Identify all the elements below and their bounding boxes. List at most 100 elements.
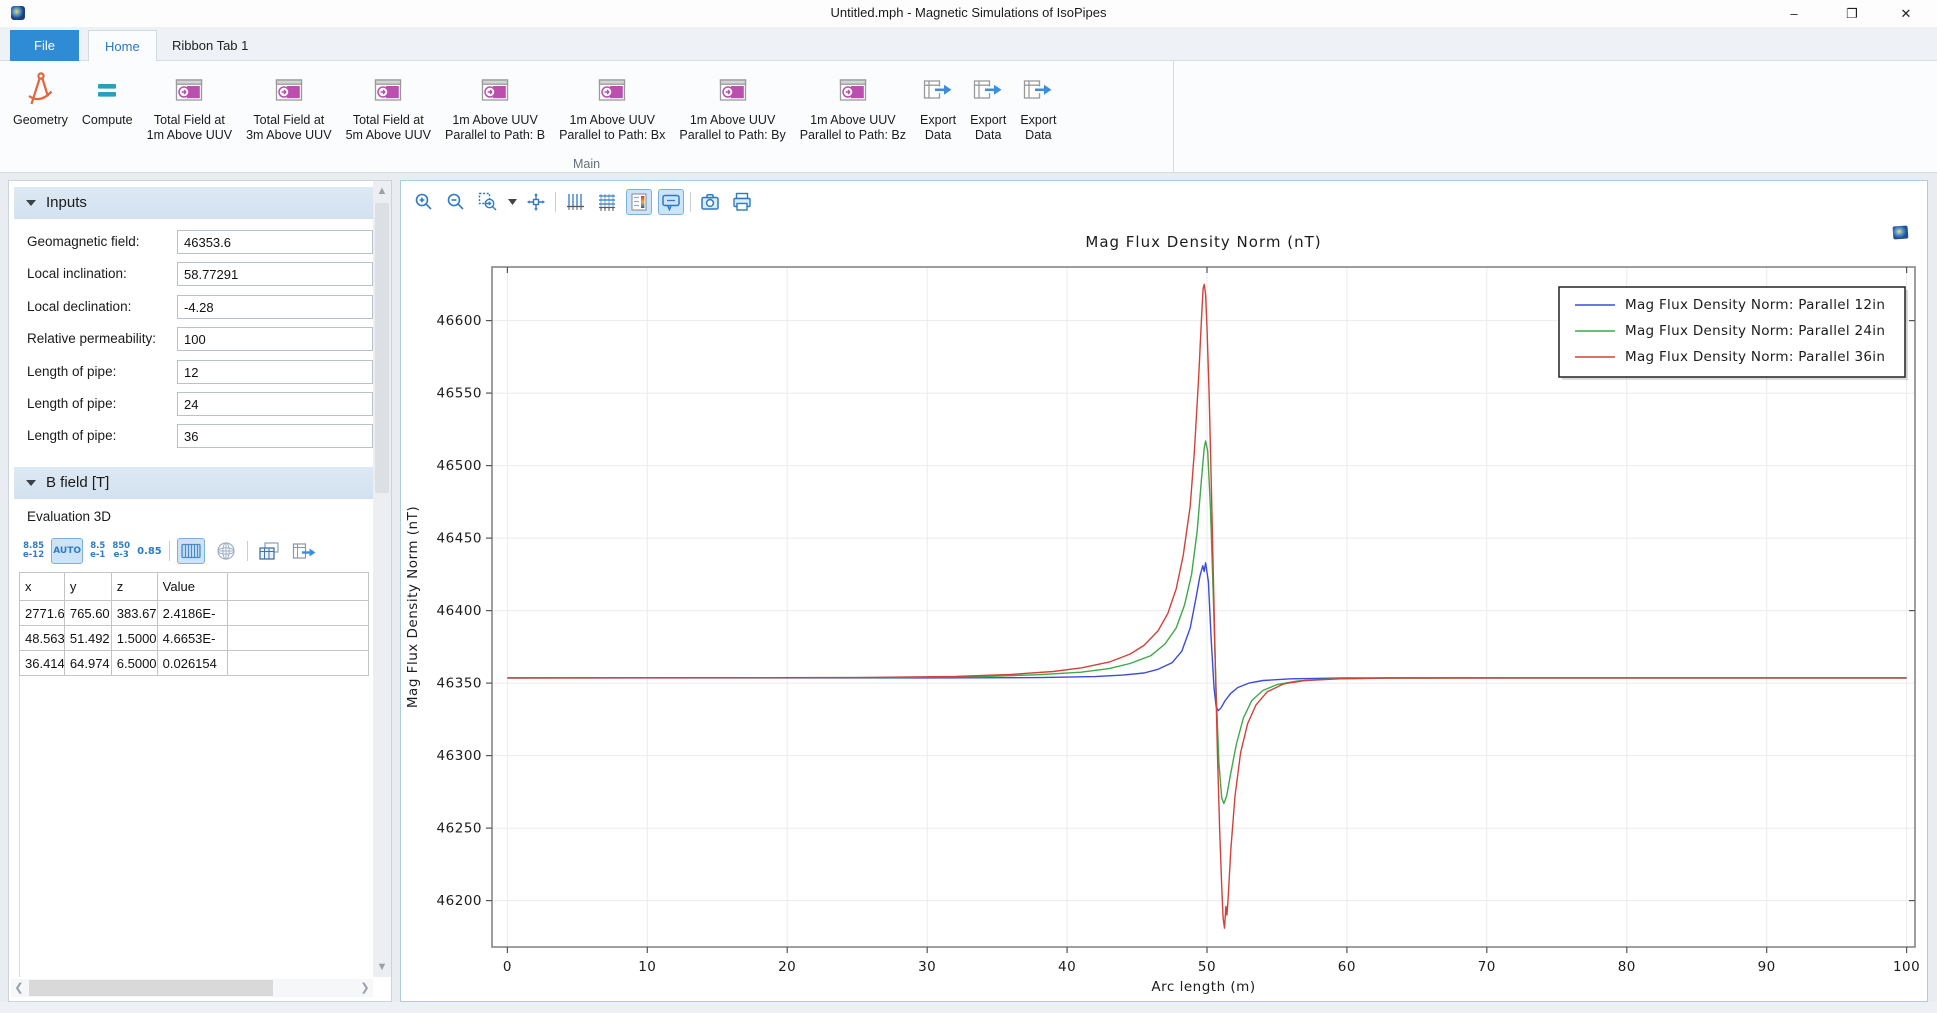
scientific-format-button[interactable]: 8.85e-12	[23, 542, 44, 560]
table-cell: 2.4186E-8	[158, 601, 229, 626]
close-button[interactable]: ✕	[1883, 0, 1929, 27]
svg-text:90: 90	[1758, 959, 1776, 975]
compute-button[interactable]: Compute	[75, 65, 140, 130]
vertical-scrollbar-thumb[interactable]	[375, 203, 389, 493]
svg-text:46550: 46550	[437, 386, 482, 402]
table-cell: 51.492	[65, 626, 112, 651]
chart-svg: 0102030405060708090100462004625046300463…	[401, 221, 1927, 999]
export-table-icon[interactable]	[290, 538, 318, 564]
x-axis-settings-icon[interactable]	[562, 189, 588, 215]
zoom-out-icon[interactable]	[443, 189, 469, 215]
geometry-button[interactable]: Geometry	[6, 65, 75, 130]
table-row[interactable]: 36.41464.9746.50000.026154	[20, 651, 369, 676]
field-input[interactable]	[177, 295, 373, 319]
export-data-button-3[interactable]: ExportData	[1013, 65, 1063, 145]
scroll-right-icon[interactable]: ❯	[357, 979, 373, 997]
copy-table-icon[interactable]	[255, 538, 283, 564]
ribbon-body: GeometryComputeTotal Field at1m Above UU…	[0, 61, 1937, 173]
ribbon-button-label: Total Field at5m Above UUV	[346, 113, 431, 143]
parallel-path-b-button[interactable]: 1m Above UUVParallel to Path: B	[438, 65, 552, 145]
dropdown-caret-icon[interactable]	[507, 199, 517, 205]
graphics-panel: 0102030405060708090100462004625046300463…	[400, 180, 1928, 1002]
decimal-format-button[interactable]: 0.85	[137, 547, 162, 556]
snapshot-icon[interactable]	[697, 189, 723, 215]
field-row: Length of pipe:	[9, 392, 379, 416]
ribbon-button-label: Total Field at3m Above UUV	[246, 113, 331, 143]
tab-home[interactable]: Home	[88, 30, 157, 62]
table-cell: 4.6653E-5	[158, 626, 229, 651]
sphere-view-icon[interactable]	[212, 538, 240, 564]
zoom-in-icon[interactable]	[411, 189, 437, 215]
export-data-icon	[922, 67, 954, 113]
grid-icon[interactable]	[594, 189, 620, 215]
svg-text:0: 0	[503, 959, 512, 975]
parallel-path-bx-button[interactable]: 1m Above UUVParallel to Path: Bx	[552, 65, 672, 145]
total-field-5m-button[interactable]: Total Field at5m Above UUV	[339, 65, 438, 145]
field-input[interactable]	[177, 327, 373, 351]
vertical-scrollbar[interactable]: ▲ ▼	[373, 181, 391, 977]
chart-area[interactable]: 0102030405060708090100462004625046300463…	[401, 221, 1927, 999]
horizontal-scrollbar[interactable]: ❮ ❯	[11, 979, 373, 997]
ribbon-button-label: 1m Above UUVParallel to Path: Bx	[559, 113, 665, 143]
svg-text:20: 20	[778, 959, 796, 975]
field-input[interactable]	[177, 424, 373, 448]
table-row[interactable]: 48.56351.4921.50004.6653E-5	[20, 626, 369, 651]
plot-group-icon	[597, 67, 627, 113]
compute-icon	[91, 67, 123, 113]
svg-text:46250: 46250	[437, 821, 482, 837]
tab-file[interactable]: File	[10, 30, 79, 61]
evaluation-results-table: xyzValue2771.6765.60383.672.4186E-848.56…	[19, 572, 369, 676]
table-cell	[228, 626, 369, 651]
zoom-box-icon[interactable]	[475, 189, 501, 215]
svg-text:80: 80	[1618, 959, 1636, 975]
table-cell	[228, 601, 369, 626]
table-cell: 48.563	[20, 626, 65, 651]
bfield-section-header[interactable]: B field [T]	[14, 467, 374, 499]
field-row: Local declination:	[9, 295, 379, 319]
export-data-button-1[interactable]: ExportData	[913, 65, 963, 145]
toolbar-separator	[690, 192, 691, 212]
parallel-path-bz-button[interactable]: 1m Above UUVParallel to Path: Bz	[793, 65, 913, 145]
print-icon[interactable]	[729, 189, 755, 215]
scroll-left-icon[interactable]: ❮	[11, 979, 27, 997]
total-field-3m-button[interactable]: Total Field at3m Above UUV	[239, 65, 338, 145]
table-cell: 383.67	[112, 601, 158, 626]
field-input[interactable]	[177, 360, 373, 384]
export-data-button-2[interactable]: ExportData	[963, 65, 1013, 145]
field-label: Relative permeability:	[27, 331, 156, 346]
minimize-button[interactable]: –	[1771, 0, 1817, 27]
zoom-extents-icon[interactable]	[523, 189, 549, 215]
scroll-up-icon[interactable]: ▲	[373, 185, 391, 197]
scroll-down-icon[interactable]: ▼	[373, 961, 391, 973]
svg-text:70: 70	[1478, 959, 1496, 975]
settings-panel: Inputs Geomagnetic field:Local inclinati…	[8, 180, 392, 1002]
horizontal-scrollbar-thumb[interactable]	[29, 980, 273, 996]
total-field-1m-button[interactable]: Total Field at1m Above UUV	[140, 65, 239, 145]
inputs-section-header[interactable]: Inputs	[14, 187, 374, 219]
window-title: Untitled.mph - Magnetic Simulations of I…	[0, 5, 1937, 20]
parallel-path-by-button[interactable]: 1m Above UUVParallel to Path: By	[672, 65, 792, 145]
ribbon-button-label: 1m Above UUVParallel to Path: By	[679, 113, 785, 143]
svg-text:40: 40	[1058, 959, 1076, 975]
color-legend-toggle-icon[interactable]	[626, 189, 652, 215]
field-input[interactable]	[177, 262, 373, 286]
table-view-icon[interactable]	[177, 538, 205, 564]
svg-text:46500: 46500	[437, 458, 482, 474]
table-cell: 1.5000	[112, 626, 158, 651]
svg-text:46400: 46400	[437, 603, 482, 619]
svg-text:Mag Flux Density Norm (nT): Mag Flux Density Norm (nT)	[405, 506, 421, 708]
field-input[interactable]	[177, 230, 373, 254]
svg-text:50: 50	[1198, 959, 1216, 975]
tab-ribbon-tab-1[interactable]: Ribbon Tab 1	[156, 30, 264, 61]
toolbar-separator	[247, 541, 248, 561]
number-format-toolbar: 8.85e-12 AUTO 8.5e-1 850e-3 0.85	[23, 537, 318, 565]
ribbon-tab-row: File Home Ribbon Tab 1	[0, 27, 1937, 61]
restore-button[interactable]: ❐	[1829, 0, 1875, 27]
compact-format-button[interactable]: 850e-3	[112, 542, 130, 560]
field-input[interactable]	[177, 392, 373, 416]
table-row[interactable]: 2771.6765.60383.672.4186E-8	[20, 601, 369, 626]
auto-format-button[interactable]: AUTO	[51, 538, 83, 564]
engineering-format-button[interactable]: 8.5e-1	[90, 542, 105, 560]
field-label: Length of pipe:	[27, 428, 116, 443]
tooltip-toggle-icon[interactable]	[658, 189, 684, 215]
